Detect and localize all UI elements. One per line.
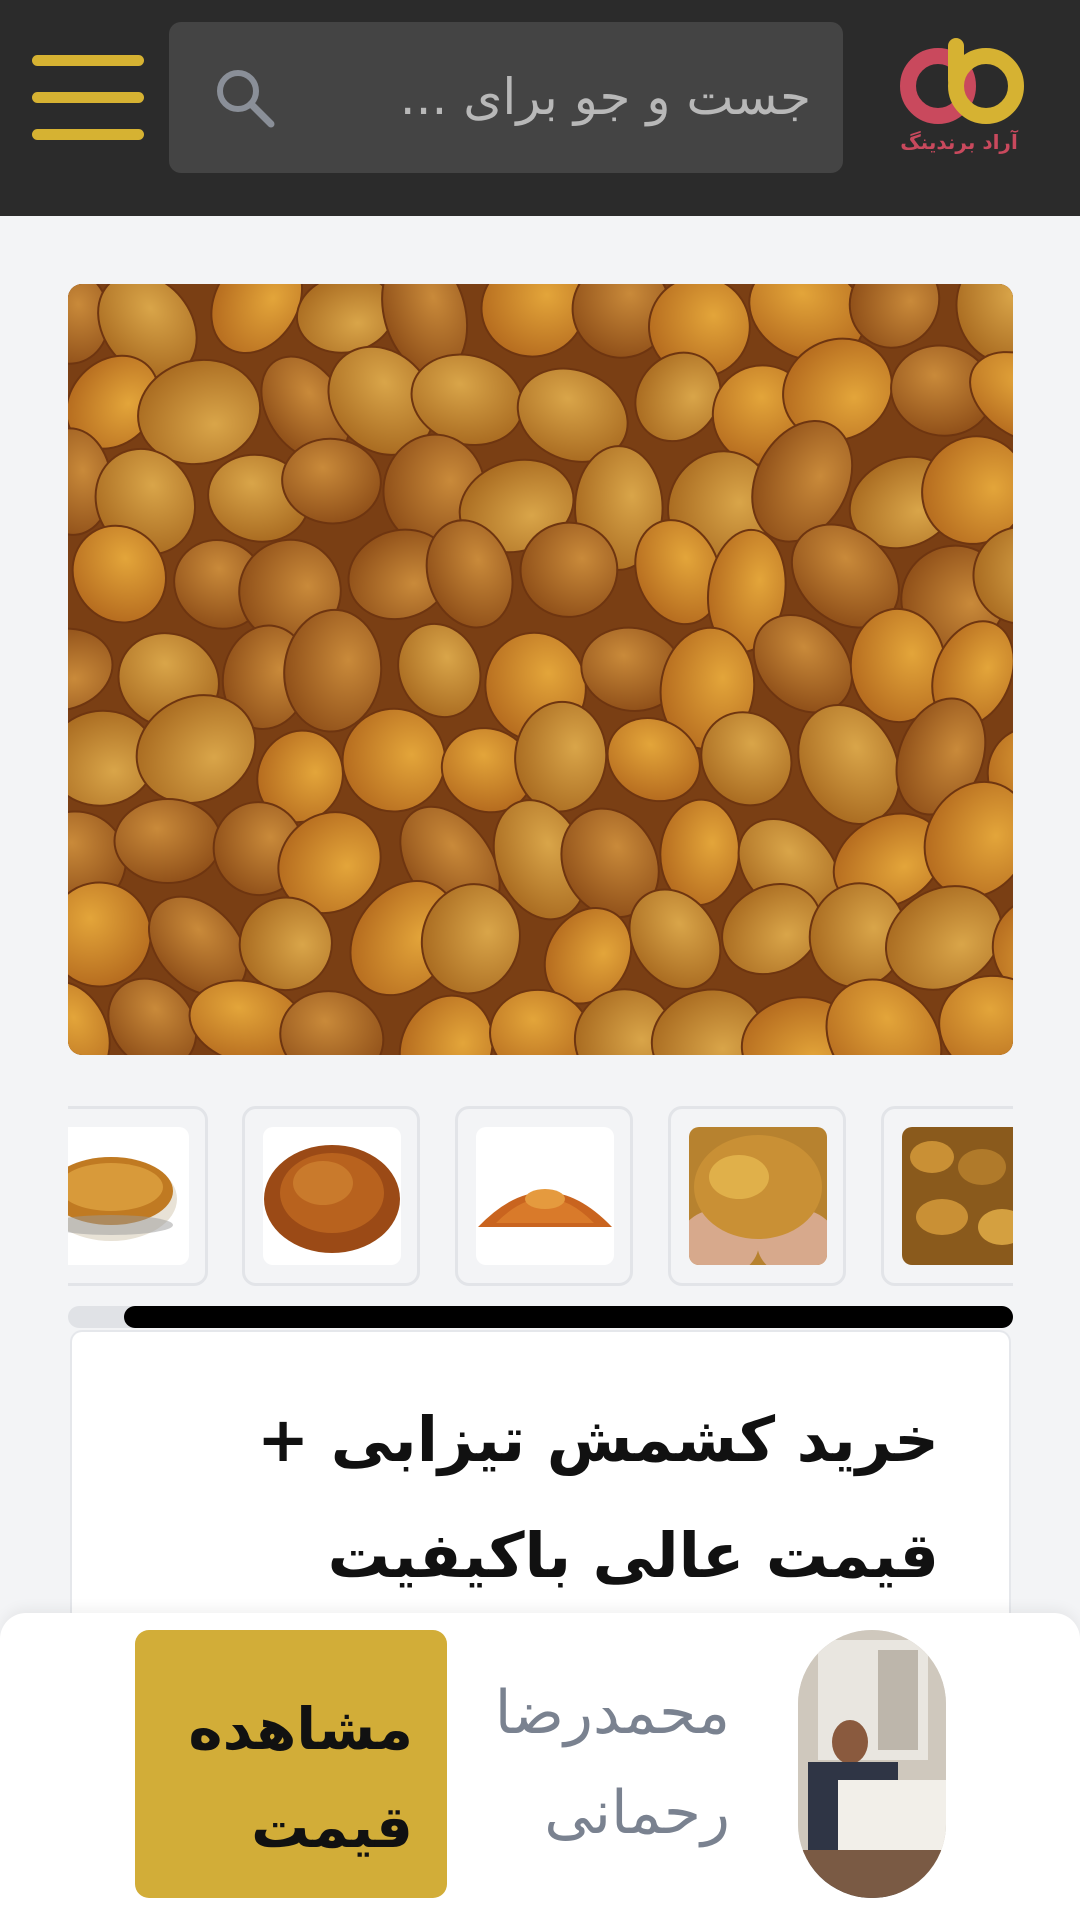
thumbnail-strip[interactable] (68, 1106, 1013, 1288)
search-icon[interactable] (213, 66, 277, 130)
brand-logo[interactable]: آراد برندینگ (894, 34, 1030, 164)
search-input[interactable]: جست و جو برای ... (169, 22, 843, 173)
raisins-bowl-thumbnail (68, 1127, 189, 1265)
thumbnail-item[interactable] (68, 1106, 208, 1286)
menu-bar-bottom (32, 129, 144, 140)
raisins-photo (68, 284, 1013, 1055)
raisins-small-pile-thumbnail (476, 1127, 614, 1265)
raisin-texture (113, 798, 222, 884)
brand-logo-mark (900, 38, 1024, 124)
raisins-in-hands-thumbnail (689, 1127, 827, 1265)
raisins-closeup-thumbnail (902, 1127, 1013, 1265)
seller-avatar[interactable] (798, 1630, 946, 1898)
scrollbar-thumb[interactable] (124, 1306, 1013, 1328)
top-header: آراد برندینگ جست و جو برای ... (0, 0, 1080, 216)
thumbnail-item[interactable] (242, 1106, 420, 1286)
raisins-pile-thumbnail (263, 1127, 401, 1265)
seller-bar: محمدرضا رحمانی مشاهده قیمت (0, 1613, 1080, 1921)
hamburger-menu-icon[interactable] (32, 55, 144, 140)
thumbnail-item[interactable] (881, 1106, 1013, 1286)
product-title: خرید کشمش تیزابی + قیمت عالی باکیفیت (257, 1403, 939, 1592)
brand-logo-text: آراد برندینگ (900, 130, 1018, 154)
thumbnail-item[interactable] (668, 1106, 846, 1286)
thumbnail-item[interactable] (455, 1106, 633, 1286)
menu-bar-top (32, 55, 144, 66)
product-info-card: خرید کشمش تیزابی + قیمت عالی باکیفیت (70, 1330, 1011, 1650)
search-placeholder: جست و جو برای ... (399, 68, 811, 126)
product-main-image[interactable] (68, 284, 1013, 1055)
view-price-button[interactable]: مشاهده قیمت (135, 1630, 447, 1898)
seller-name: محمدرضا رحمانی (494, 1678, 730, 1848)
menu-bar-middle (32, 92, 144, 103)
thumbnail-scrollbar[interactable] (68, 1306, 1013, 1328)
